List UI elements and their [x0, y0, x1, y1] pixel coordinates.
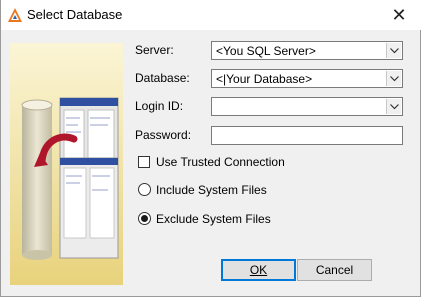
login-id-label: Login ID:: [135, 99, 184, 113]
use-trusted-checkbox[interactable]: [138, 156, 150, 168]
database-combo[interactable]: <|Your Database>: [211, 69, 403, 88]
server-value: <You SQL Server>: [216, 44, 316, 58]
ok-button[interactable]: OK: [221, 259, 296, 281]
login-id-dropdown-button[interactable]: [386, 99, 401, 114]
use-trusted-label[interactable]: Use Trusted Connection: [156, 155, 285, 169]
window-title: Select Database: [27, 7, 123, 22]
exclude-system-radio[interactable]: [138, 212, 151, 225]
radio-selected-dot: [141, 215, 148, 222]
chevron-down-icon: [389, 75, 399, 81]
include-system-label[interactable]: Include System Files: [156, 183, 267, 197]
app-triangle-icon: [8, 8, 22, 22]
ok-label: OK: [249, 263, 268, 277]
server-combo[interactable]: <You SQL Server>: [211, 41, 403, 60]
cancel-label: Cancel: [315, 263, 354, 277]
login-id-combo[interactable]: [211, 97, 403, 116]
database-label: Database:: [135, 71, 190, 85]
database-illustration: [10, 43, 123, 285]
server-label: Server:: [135, 43, 174, 57]
close-button[interactable]: ✕: [376, 0, 421, 30]
database-value: <|Your Database>: [216, 72, 313, 86]
cancel-button[interactable]: Cancel: [297, 259, 372, 281]
exclude-system-label[interactable]: Exclude System Files: [156, 212, 271, 226]
select-database-dialog: Select Database ✕ Server: <You SQL Serve…: [0, 0, 421, 297]
password-field[interactable]: [211, 126, 403, 145]
server-dropdown-button[interactable]: [386, 43, 401, 58]
chevron-down-icon: [389, 47, 399, 53]
close-icon: ✕: [391, 5, 407, 25]
chevron-down-icon: [389, 103, 399, 109]
password-label: Password:: [135, 128, 192, 142]
title-bar[interactable]: Select Database ✕: [1, 0, 421, 30]
include-system-radio[interactable]: [138, 183, 151, 196]
database-dropdown-button[interactable]: [386, 71, 401, 86]
